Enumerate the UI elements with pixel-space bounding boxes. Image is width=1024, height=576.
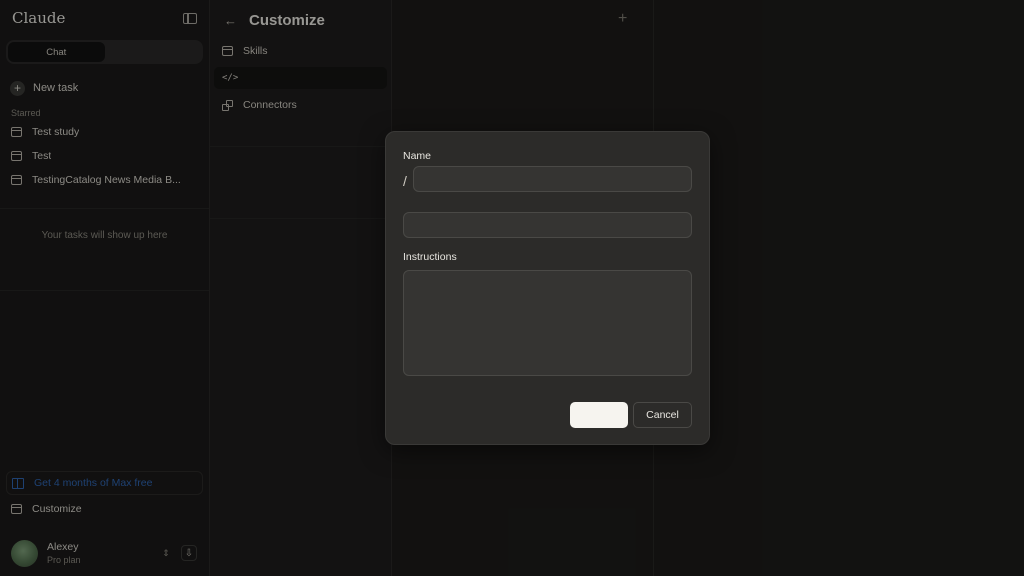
- description-input[interactable]: [403, 212, 692, 238]
- create-button[interactable]: [570, 402, 628, 428]
- instructions-label: Instructions: [403, 251, 457, 263]
- name-input[interactable]: [413, 166, 692, 192]
- name-label: Name: [403, 150, 432, 162]
- cancel-button[interactable]: Cancel: [633, 402, 692, 428]
- create-dialog: Name / Instructions Cancel: [385, 131, 710, 445]
- instructions-textarea[interactable]: [403, 270, 692, 376]
- slash-prefix: /: [403, 173, 407, 189]
